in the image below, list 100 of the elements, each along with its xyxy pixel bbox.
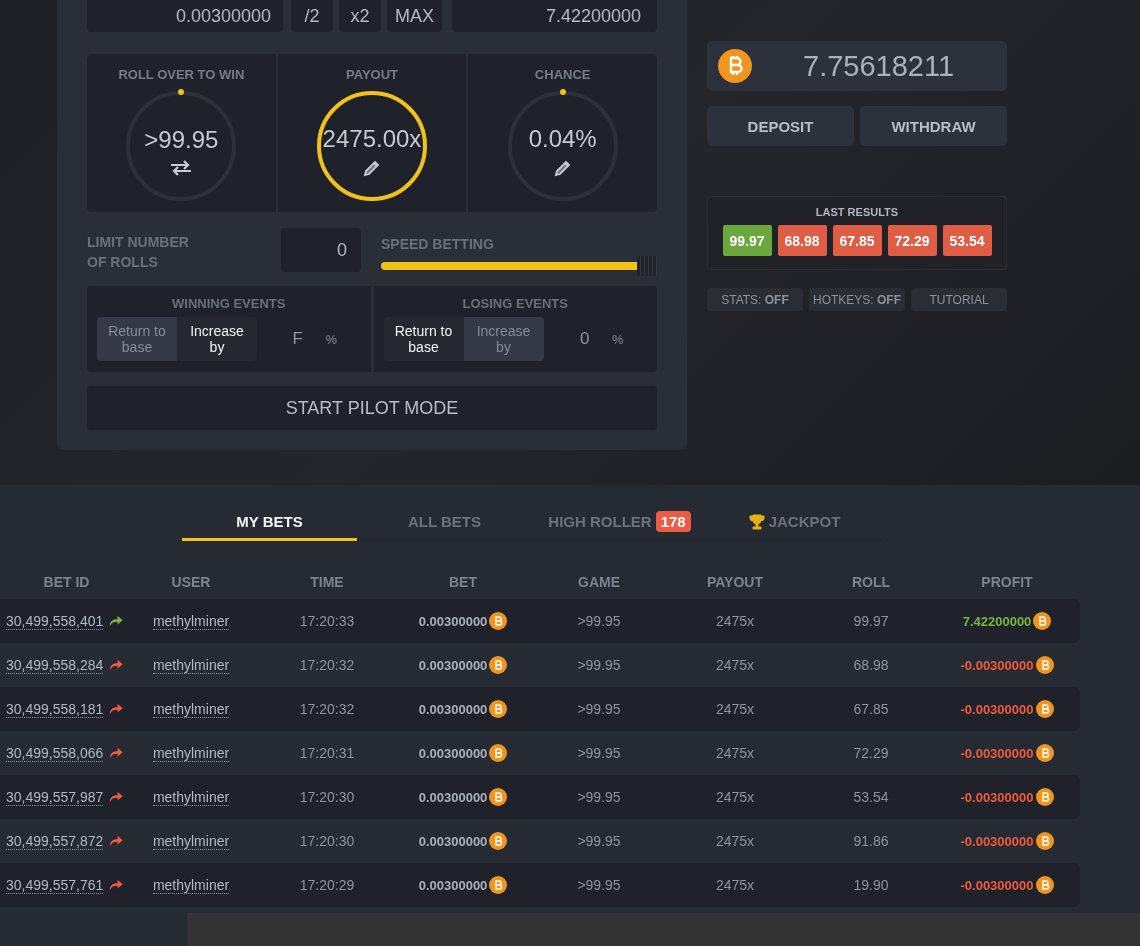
table-cell-text: 2475x — [714, 745, 756, 761]
wallet-button[interactable]: DEPOSIT — [707, 106, 854, 146]
user-link[interactable]: methylminer — [152, 832, 230, 850]
event-option[interactable]: Increase by — [177, 317, 257, 361]
coin-icon — [489, 788, 508, 806]
dial-value: 2475.00x — [322, 125, 422, 153]
table-cell: 0.00300000 — [418, 789, 488, 805]
coin-icon — [1033, 612, 1052, 630]
table-cell-text: 2475x — [714, 613, 756, 629]
wallet-button[interactable]: WITHDRAW — [860, 106, 1007, 146]
dial-label: CHANCE — [534, 67, 591, 82]
table-cell: 0.00300000 — [418, 877, 488, 893]
profit-field[interactable]: 7.42200000 — [452, 0, 657, 32]
result-chip: 67.85 — [832, 225, 882, 256]
bets-tab[interactable]: MY BETS — [182, 505, 357, 541]
event-value-field[interactable]: F — [257, 329, 303, 349]
coin-icon — [489, 876, 508, 894]
bet-modifier-button[interactable]: x2 — [339, 0, 381, 32]
table-cell-text: >99.95 — [576, 789, 622, 805]
coin-icon — [1035, 744, 1054, 762]
toggle-button[interactable]: STATS: OFF — [707, 288, 803, 311]
column-header: BET ID — [42, 574, 91, 590]
bet-amount-field[interactable]: 0.00300000 — [87, 0, 283, 32]
balance-amount: 7.75618211 — [803, 49, 955, 83]
table-cell-text: >99.95 — [576, 613, 622, 629]
result-chip: 99.97 — [722, 225, 772, 256]
column-header: PAYOUT — [706, 574, 764, 590]
user-link[interactable]: methylminer — [152, 744, 230, 762]
dial-value: >99.95 — [144, 126, 219, 154]
user-link[interactable]: methylminer — [152, 788, 230, 806]
column-header: BET — [448, 574, 478, 590]
event-title: LOSING EVENTS — [462, 296, 568, 311]
table-cell: -0.00300000 — [960, 745, 1034, 761]
bet-id-link[interactable]: 30,499,557,761 — [6, 876, 104, 894]
dial-ring[interactable]: 2475.00x — [317, 91, 427, 201]
bet-modifier-button[interactable]: /2 — [291, 0, 333, 32]
bet-id-link[interactable]: 30,499,557,987 — [6, 788, 104, 806]
result-chip: 53.54 — [942, 225, 992, 256]
speed-slider[interactable] — [381, 256, 657, 276]
slider-handle[interactable] — [637, 256, 657, 276]
swap-icon[interactable] — [170, 160, 193, 176]
dial-ring[interactable]: 0.04% — [507, 91, 618, 201]
coin-icon — [1035, 788, 1054, 806]
bet-id-link[interactable]: 30,499,558,401 — [6, 612, 104, 630]
coin-icon — [1035, 832, 1054, 850]
table-cell-text: 17:20:30 — [298, 789, 356, 805]
user-link[interactable]: methylminer — [152, 612, 230, 630]
dial-ring[interactable]: >99.95 — [126, 91, 237, 201]
trophy-icon — [748, 513, 765, 530]
speed-betting-label: SPEED BETTING — [381, 236, 495, 252]
table-cell-text: 99.97 — [852, 613, 890, 629]
coin-icon — [489, 612, 508, 630]
table-cell-text: 2475x — [714, 701, 756, 717]
coin-icon — [489, 832, 508, 850]
event-value-field[interactable]: 0 — [543, 329, 590, 349]
toggle-button[interactable]: HOTKEYS: OFF — [809, 288, 905, 311]
table-cell-text: 72.29 — [852, 745, 890, 761]
coin-icon — [489, 656, 508, 674]
last-results-title: LAST RESULTS — [815, 206, 899, 218]
table-cell-text: 19.90 — [852, 877, 890, 893]
table-cell-text: >99.95 — [576, 745, 622, 761]
bet-id-link[interactable]: 30,499,558,181 — [6, 700, 104, 718]
table-cell: -0.00300000 — [960, 657, 1034, 673]
bet-modifier-button[interactable]: MAX — [387, 0, 442, 32]
percent-label: % — [324, 331, 337, 347]
coin-icon — [717, 48, 753, 84]
table-cell-text: 17:20:32 — [298, 701, 356, 717]
table-cell: 0.00300000 — [418, 657, 488, 673]
table-cell: -0.00300000 — [960, 877, 1034, 893]
bet-id-link[interactable]: 30,499,558,284 — [6, 656, 104, 674]
table-cell: 0.00300000 — [418, 613, 488, 629]
pencil-icon[interactable] — [553, 159, 572, 177]
dial-value: 0.04% — [528, 125, 597, 153]
table-cell-text: 17:20:33 — [298, 613, 356, 629]
table-cell-text: 2475x — [714, 833, 756, 849]
table-cell-text: 68.98 — [852, 657, 890, 673]
result-chip: 68.98 — [777, 225, 827, 256]
column-header: USER — [170, 574, 212, 590]
table-cell: -0.00300000 — [960, 701, 1034, 717]
event-option[interactable]: Return to base — [383, 317, 464, 361]
toggle-button[interactable]: TUTORIAL — [911, 288, 1007, 311]
user-link[interactable]: methylminer — [152, 656, 230, 674]
user-link[interactable]: methylminer — [152, 700, 230, 718]
table-cell-text: 91.86 — [852, 833, 890, 849]
table-cell: -0.00300000 — [960, 789, 1034, 805]
bet-id-link[interactable]: 30,499,558,066 — [6, 744, 104, 762]
start-pilot-button[interactable]: START PILOT MODE — [87, 386, 657, 430]
pencil-icon[interactable] — [363, 159, 381, 177]
result-chip: 72.29 — [887, 225, 937, 256]
bet-id-link[interactable]: 30,499,557,872 — [6, 832, 104, 850]
coin-icon — [489, 700, 508, 718]
column-header: ROLL — [850, 574, 892, 590]
limit-rolls-field[interactable]: 0 — [281, 228, 361, 272]
table-cell-text: 17:20:29 — [298, 877, 356, 893]
table-cell-text: 17:20:31 — [298, 745, 356, 761]
coin-icon — [1035, 876, 1054, 894]
table-cell: 0.00300000 — [418, 833, 488, 849]
user-link[interactable]: methylminer — [152, 876, 230, 894]
column-header: TIME — [309, 574, 345, 590]
table-cell-text: 2475x — [714, 657, 756, 673]
